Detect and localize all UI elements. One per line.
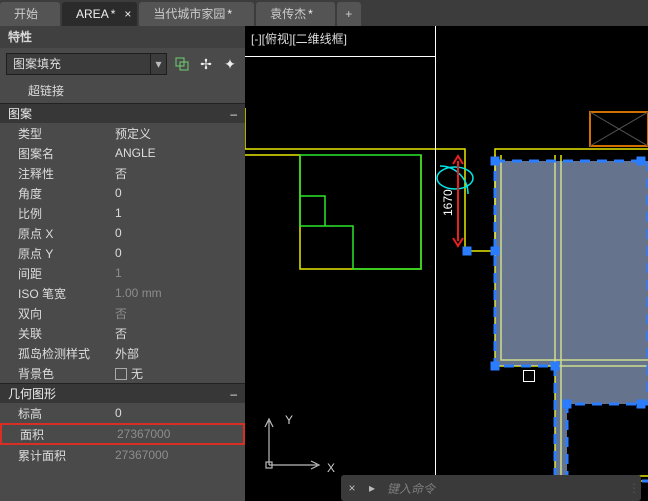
row-angle[interactable]: 角度0	[0, 183, 245, 203]
ucs-x-label: X	[327, 461, 335, 475]
chevron-down-icon[interactable]: ▾	[151, 53, 167, 75]
grip[interactable]	[491, 247, 500, 256]
row-pattern-name[interactable]: 图案名ANGLE	[0, 143, 245, 163]
collapse-icon: –	[230, 384, 237, 404]
none-swatch-icon	[115, 368, 127, 380]
row-background[interactable]: 背景色无	[0, 363, 245, 383]
grip[interactable]	[563, 400, 572, 409]
tab-yuan[interactable]: 袁传杰*	[256, 2, 335, 26]
object-type-select[interactable]: 图案填充 ▾	[6, 53, 167, 75]
row-type[interactable]: 类型预定义	[0, 123, 245, 143]
quick-select-icon[interactable]: ✦	[221, 55, 239, 73]
cursor-pickbox	[523, 370, 535, 382]
row-island[interactable]: 孤岛检测样式外部	[0, 343, 245, 363]
main-row: 特性 图案填充 ▾ ✢ ✦ 超链接 图案 – 类型预定义 图案名ANGLE 注释性…	[0, 26, 648, 501]
grip[interactable]	[463, 247, 472, 256]
select-objects-icon[interactable]: ✢	[197, 55, 215, 73]
app-window: 开始 AREA*× 当代城市家园* 袁传杰* + 特性 图案填充 ▾ ✢ ✦ 超…	[0, 0, 648, 501]
panel-title: 特性	[0, 26, 245, 48]
section-label: 几何图形	[8, 384, 56, 404]
hyperlink-row[interactable]: 超链接	[0, 80, 245, 103]
document-tabbar: 开始 AREA*× 当代城市家园* 袁传杰* +	[0, 0, 648, 26]
row-cumulative-area[interactable]: 累计面积27367000	[0, 445, 245, 465]
grip[interactable]	[637, 400, 646, 409]
grip[interactable]	[551, 362, 560, 371]
row-area[interactable]: 面积27367000	[0, 423, 245, 445]
toggle-pickadd-icon[interactable]	[173, 55, 191, 73]
tab-city[interactable]: 当代城市家园*	[139, 2, 254, 26]
tab-label: 袁传杰	[270, 7, 306, 21]
close-icon[interactable]: ×	[124, 2, 131, 26]
row-associative[interactable]: 关联否	[0, 323, 245, 343]
section-pattern[interactable]: 图案 –	[0, 103, 245, 123]
tab-area[interactable]: AREA*×	[62, 2, 137, 26]
command-line[interactable]: × ▸ 键入命令 ⋮	[341, 475, 641, 501]
tab-label: AREA	[76, 7, 109, 21]
row-iso-pen[interactable]: ISO 笔宽1.00 mm	[0, 283, 245, 303]
row-origin-y[interactable]: 原点 Y0	[0, 243, 245, 263]
tab-label: 当代城市家园	[153, 7, 225, 21]
ucs-icon[interactable]: Y X	[257, 415, 327, 475]
resize-grip-icon[interactable]: ⋮	[627, 481, 641, 495]
tab-label: 开始	[14, 7, 38, 21]
section-geometry[interactable]: 几何图形 –	[0, 383, 245, 403]
dimension-text: 1670	[441, 189, 455, 216]
row-double[interactable]: 双向否	[0, 303, 245, 323]
panel-head: 图案填充 ▾ ✢ ✦	[0, 48, 245, 80]
row-annotative[interactable]: 注释性否	[0, 163, 245, 183]
viewport-label[interactable]: [-][俯视][二维线框]	[251, 30, 347, 47]
grip[interactable]	[637, 157, 646, 166]
collapse-icon: –	[230, 104, 237, 124]
properties-panel: 特性 图案填充 ▾ ✢ ✦ 超链接 图案 – 类型预定义 图案名ANGLE 注释性…	[0, 26, 245, 501]
command-placeholder: 键入命令	[381, 480, 627, 497]
drawing-canvas[interactable]: [-][俯视][二维线框]	[245, 26, 648, 501]
add-tab-button[interactable]: +	[337, 2, 361, 26]
object-type-value: 图案填充	[6, 53, 151, 75]
close-icon[interactable]: ×	[341, 481, 363, 495]
crosshair-v	[435, 26, 436, 496]
ucs-y-label: Y	[285, 413, 293, 427]
crosshair-h	[245, 56, 435, 57]
grip[interactable]	[491, 157, 500, 166]
row-scale[interactable]: 比例1	[0, 203, 245, 223]
chevron-right-icon[interactable]: ▸	[363, 481, 381, 495]
tab-start[interactable]: 开始	[0, 2, 60, 26]
grip[interactable]	[491, 362, 500, 371]
section-label: 图案	[8, 104, 32, 124]
row-elevation[interactable]: 标高0	[0, 403, 245, 423]
row-spacing[interactable]: 间距1	[0, 263, 245, 283]
row-origin-x[interactable]: 原点 X0	[0, 223, 245, 243]
